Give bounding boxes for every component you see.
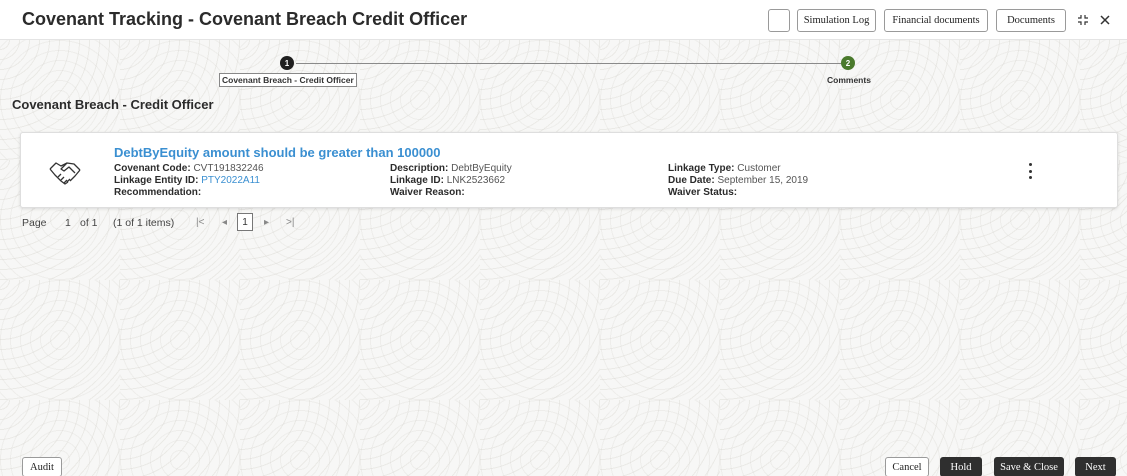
covenant-title-link[interactable]: DebtByEquity amount should be greater th… (114, 145, 441, 160)
save-close-button[interactable]: Save & Close (994, 457, 1064, 476)
linkage-id-field: Linkage ID: LNK2523662 (390, 175, 505, 186)
description-field: Description: DebtByEquity (390, 163, 512, 174)
recommendation-field: Recommendation: (114, 187, 201, 198)
close-x-icon (1100, 15, 1110, 25)
step-1-dot[interactable]: 1 (280, 56, 294, 70)
linkage-entity-link[interactable]: PTY2022A11 (201, 175, 260, 186)
covenant-code-field: Covenant Code: CVT191832246 (114, 163, 264, 174)
kebab-dot (1028, 163, 1032, 166)
next-page-icon[interactable]: ▸ (264, 217, 269, 228)
current-page-button[interactable]: 1 (237, 213, 253, 231)
waiver-reason-field: Waiver Reason: (390, 187, 465, 198)
next-button[interactable]: Next (1075, 457, 1116, 476)
last-page-icon[interactable]: >| (286, 217, 294, 228)
first-page-icon[interactable]: |< (196, 217, 204, 228)
linkage-id-value: LNK2523662 (446, 175, 506, 186)
covenant-card: DebtByEquity amount should be greater th… (20, 132, 1118, 208)
step-2-label[interactable]: Comments (827, 75, 871, 85)
step-1-label[interactable]: Covenant Breach - Credit Officer (219, 73, 357, 87)
page-title: Covenant Tracking - Covenant Breach Cred… (22, 9, 468, 29)
due-date-field: Due Date: September 15, 2019 (668, 175, 808, 186)
step-2-dot[interactable]: 2 (841, 56, 855, 70)
documents-button[interactable]: Documents (996, 9, 1066, 32)
close-icon[interactable] (1095, 9, 1115, 31)
description-value: DebtByEquity (451, 163, 512, 174)
waiver-reason-label: Waiver Reason: (390, 187, 465, 198)
recommendation-label: Recommendation: (114, 187, 202, 198)
hold-button[interactable]: Hold (940, 457, 982, 476)
pagination-of-label: of 1 (80, 217, 98, 229)
collapse-arrows-icon (1078, 15, 1088, 25)
financial-documents-button[interactable]: Financial documents (884, 9, 988, 32)
kebab-dot (1028, 169, 1032, 173)
due-date-value: September 15, 2019 (717, 175, 809, 186)
linkage-entity-label: Linkage Entity ID: (114, 175, 199, 186)
blank-button[interactable] (768, 9, 790, 32)
due-date-label: Due Date: (668, 175, 715, 186)
handshake-icon (49, 162, 81, 185)
linkage-type-label: Linkage Type: (668, 163, 735, 174)
waiver-status-label: Waiver Status: (668, 187, 738, 198)
stepper-line (296, 63, 841, 64)
prev-page-icon[interactable]: ◂ (222, 217, 227, 228)
simulation-log-button[interactable]: Simulation Log (797, 9, 876, 32)
collapse-icon[interactable] (1073, 9, 1093, 31)
app-header: Covenant Tracking - Covenant Breach Cred… (0, 0, 1127, 40)
linkage-type-field: Linkage Type: Customer (668, 163, 781, 174)
covenant-code-value: CVT191832246 (193, 163, 264, 174)
kebab-menu-icon[interactable] (1022, 159, 1038, 183)
pagination-page-label: Page (22, 217, 47, 229)
linkage-id-label: Linkage ID: (390, 175, 444, 186)
cancel-button[interactable]: Cancel (885, 457, 929, 476)
linkage-entity-field: Linkage Entity ID: PTY2022A11 (114, 175, 260, 186)
pagination-page-number[interactable]: 1 (65, 217, 71, 229)
kebab-dot (1028, 176, 1032, 179)
section-title: Covenant Breach - Credit Officer (12, 97, 214, 112)
description-label: Description: (390, 163, 449, 174)
waiver-status-field: Waiver Status: (668, 187, 737, 198)
covenant-code-label: Covenant Code: (114, 163, 191, 174)
pagination-items-label: (1 of 1 items) (113, 217, 175, 229)
audit-button[interactable]: Audit (22, 457, 62, 476)
linkage-type-value: Customer (737, 163, 781, 174)
